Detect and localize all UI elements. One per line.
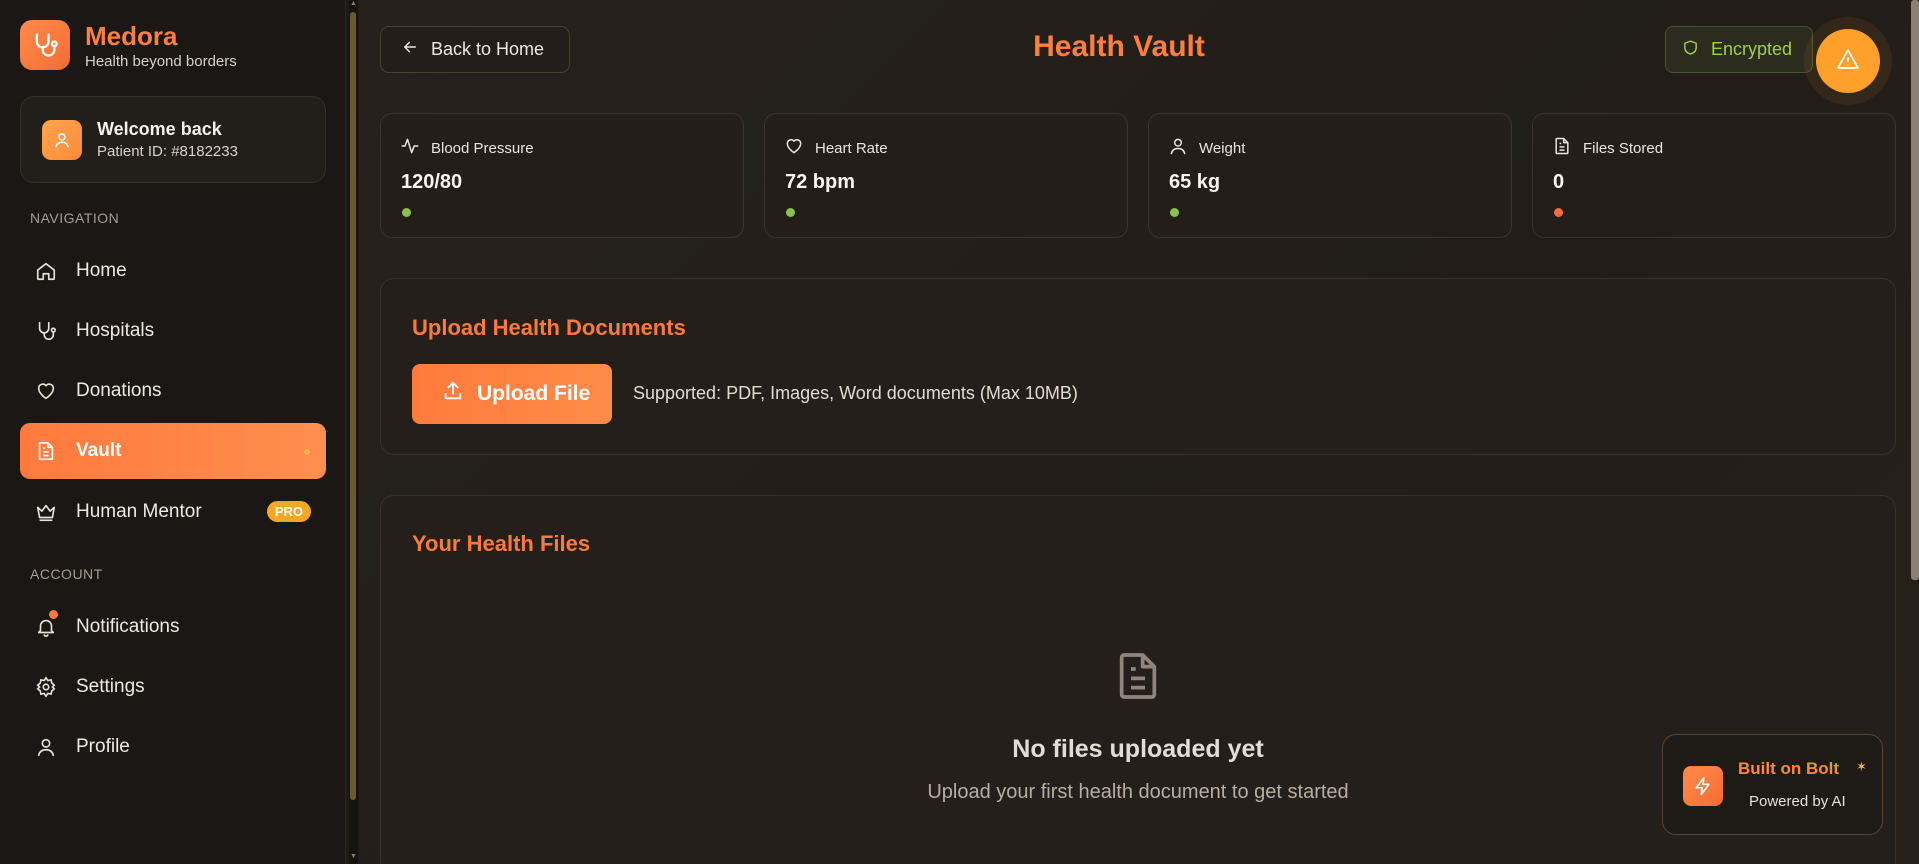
sidebar-item-profile[interactable]: Profile: [20, 719, 326, 775]
bell-icon: [35, 616, 57, 638]
bolt-title: Built on Bolt: [1738, 759, 1840, 778]
scrollbar-thumb[interactable]: [350, 12, 356, 800]
upload-panel: Upload Health Documents Upload File Supp…: [380, 278, 1896, 455]
sidebar-item-label: Human Mentor: [76, 501, 202, 522]
encrypted-label: Encrypted: [1711, 39, 1793, 59]
sidebar-item-settings[interactable]: Settings: [20, 659, 326, 715]
encrypted-badge: Encrypted: [1665, 26, 1813, 73]
shield-icon: [1682, 39, 1699, 61]
upload-button-label: Upload File: [477, 382, 591, 405]
empty-file-icon: [381, 646, 1895, 706]
sidebar-item-label: Notifications: [76, 616, 180, 637]
stat-label: Weight: [1199, 139, 1246, 157]
stat-card-heart-rate: Heart Rate 72 bpm: [764, 113, 1128, 238]
patient-id: Patient ID: #8182233: [97, 143, 238, 160]
status-dot: [402, 208, 411, 217]
user-icon: [35, 736, 57, 758]
activity-icon: [400, 136, 420, 160]
user-icon: [1168, 136, 1188, 160]
warning-icon: [1836, 47, 1860, 76]
file-text-icon: [35, 440, 57, 462]
sidebar-item-label: Settings: [76, 676, 145, 697]
stat-value: 72 bpm: [785, 171, 856, 193]
active-indicator-dot: [304, 449, 310, 455]
notification-dot: [49, 610, 58, 619]
scroll-down-arrow-icon[interactable]: ▼: [350, 853, 357, 860]
navigation-section-label: NAVIGATION: [30, 210, 120, 226]
scroll-up-arrow-icon[interactable]: ▲: [350, 0, 357, 7]
file-text-icon: [1552, 136, 1572, 160]
stat-value: 120/80: [401, 171, 463, 193]
stat-label: Files Stored: [1583, 139, 1664, 157]
lightning-icon: [1683, 766, 1723, 806]
stat-card-weight: Weight 65 kg: [1148, 113, 1512, 238]
status-dot: [1170, 208, 1179, 217]
gear-icon: [35, 676, 57, 698]
stat-value: 0: [1553, 171, 1565, 193]
upload-file-button[interactable]: Upload File: [412, 364, 612, 424]
page-title: Health Vault: [1033, 30, 1205, 63]
sidebar-item-label: Donations: [76, 380, 162, 401]
status-dot: [1554, 208, 1563, 217]
welcome-card: Welcome back Patient ID: #8182233: [20, 96, 326, 183]
upload-icon: [442, 380, 464, 408]
files-title: Your Health Files: [412, 531, 591, 556]
supported-formats-text: Supported: PDF, Images, Word documents (…: [633, 383, 1078, 403]
upload-title: Upload Health Documents: [412, 315, 686, 340]
stat-label: Heart Rate: [815, 139, 888, 157]
built-on-bolt-badge[interactable]: Built on Bolt ✶ Powered by AI: [1662, 734, 1883, 835]
sidebar-item-hospitals[interactable]: Hospitals: [20, 303, 326, 359]
sidebar-item-human-mentor[interactable]: Human Mentor PRO: [20, 484, 326, 540]
avatar: [42, 119, 82, 160]
sidebar-item-label: Home: [76, 260, 127, 281]
sidebar-item-label: Vault: [76, 440, 122, 461]
sidebar-item-notifications[interactable]: Notifications: [20, 599, 326, 655]
sidebar-scrollbar[interactable]: ▲ ▼: [349, 0, 358, 864]
sidebar-item-vault[interactable]: Vault: [20, 423, 326, 479]
sparkle-icon: ✶: [1856, 759, 1867, 774]
crown-icon: [35, 501, 57, 523]
brand-tagline: Health beyond borders: [85, 52, 237, 70]
welcome-title: Welcome back: [97, 119, 222, 139]
sidebar-item-home[interactable]: Home: [20, 243, 326, 299]
stethoscope-logo-icon: [20, 20, 70, 70]
sidebar-item-donations[interactable]: Donations: [20, 363, 326, 419]
brand-name: Medora: [85, 20, 178, 51]
stat-card-files-stored: Files Stored 0: [1532, 113, 1896, 238]
emergency-alert-button[interactable]: [1816, 29, 1880, 93]
stat-value: 65 kg: [1169, 171, 1221, 193]
stat-card-blood-pressure: Blood Pressure 120/80: [380, 113, 744, 238]
heart-icon: [35, 380, 57, 402]
bolt-subtitle: Powered by AI: [1749, 793, 1846, 810]
stethoscope-icon: [35, 320, 57, 342]
sidebar-item-label: Hospitals: [76, 320, 155, 341]
brand[interactable]: Medora Health beyond borders: [20, 20, 237, 70]
heart-icon: [784, 136, 804, 160]
sidebar-item-label: Profile: [76, 736, 130, 757]
home-icon: [35, 260, 57, 282]
status-dot: [786, 208, 795, 217]
page-scrollbar-thumb[interactable]: [1911, 0, 1919, 580]
sidebar: Medora Health beyond borders Welcome bac…: [0, 0, 346, 864]
stat-label: Blood Pressure: [431, 139, 534, 157]
account-section-label: ACCOUNT: [30, 566, 103, 582]
pro-badge: PRO: [266, 501, 311, 522]
